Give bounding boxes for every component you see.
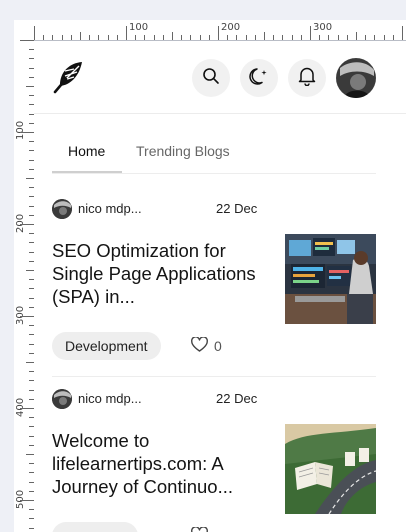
ruler-tick: [135, 35, 137, 40]
ruler-tick: [80, 32, 81, 40]
ruler-label: 300: [313, 22, 333, 33]
category-tag[interactable]: Development: [52, 332, 161, 360]
vertical-ruler: 100 200 300 400 500: [14, 40, 35, 532]
bell-icon: [298, 66, 316, 91]
ruler-tick: [236, 35, 238, 40]
tab-home[interactable]: Home: [68, 143, 105, 159]
ruler-tick: [337, 35, 339, 40]
ruler-tick: [402, 26, 403, 40]
ruler-tick: [282, 35, 284, 40]
like-button[interactable]: 0: [191, 336, 222, 356]
heart-icon: [191, 526, 208, 532]
ruler-tick: [346, 35, 348, 40]
ruler-tick: [300, 35, 302, 40]
ruler-tick: [328, 35, 330, 40]
ruler-tick: [319, 35, 321, 40]
feed-tabs: Home Trending Blogs: [52, 131, 376, 174]
horizontal-ruler: 100 200 300: [14, 20, 406, 41]
post-title[interactable]: SEO Optimization for Single Page Applica…: [52, 239, 270, 308]
like-button[interactable]: [191, 526, 208, 532]
blog-app: Home Trending Blogs nico mdp... 22 Dec S…: [34, 41, 406, 532]
post-thumbnail[interactable]: [285, 424, 376, 514]
ruler-tick: [190, 35, 192, 40]
ruler-tick: [227, 35, 229, 40]
ruler-tick: [291, 35, 293, 40]
ruler-tick: [61, 35, 63, 40]
ruler-tick: [126, 26, 127, 40]
ruler-tick: [199, 35, 201, 40]
moon-sparkle-icon: [249, 66, 269, 91]
ruler-tick: [264, 32, 265, 40]
ruler-tick: [245, 35, 247, 40]
post-meta: nico mdp... 22 Dec: [52, 389, 262, 409]
ruler-tick: [383, 35, 385, 40]
ruler-tick: [89, 35, 91, 40]
ruler-tick: [181, 35, 183, 40]
ruler-tick: [144, 35, 146, 40]
ruler-tick: [218, 26, 219, 40]
tab-trending-blogs[interactable]: Trending Blogs: [136, 143, 230, 159]
ruler-tick: [208, 35, 210, 40]
search-button[interactable]: [192, 59, 230, 97]
ruler-tick: [34, 26, 35, 40]
active-tab-indicator: [52, 171, 122, 173]
ruler-tick: [20, 316, 34, 317]
heart-icon: [191, 336, 208, 355]
ruler-tick: [365, 35, 367, 40]
post-thumbnail[interactable]: [285, 234, 376, 324]
post-divider: [52, 376, 376, 377]
ruler-label: 100: [15, 120, 26, 140]
ruler-tick: [172, 32, 173, 40]
app-header: [34, 41, 406, 114]
author-name[interactable]: nico mdp...: [78, 201, 142, 216]
ruler-tick: [26, 454, 34, 455]
user-avatar[interactable]: [336, 58, 376, 98]
post-date: 22 Dec: [216, 201, 258, 216]
ruler-tick: [153, 35, 155, 40]
ruler-tick: [52, 35, 54, 40]
post-meta: nico mdp... 22 Dec: [52, 199, 262, 219]
ruler-tick: [26, 270, 34, 271]
author-avatar[interactable]: [52, 199, 72, 219]
ruler-tick: [26, 178, 34, 179]
notifications-button[interactable]: [288, 59, 326, 97]
like-count: 0: [214, 338, 222, 354]
post-title[interactable]: Welcome to lifelearnertips.com: A Journe…: [52, 429, 270, 498]
ruler-tick: [116, 35, 118, 40]
ruler-tick: [26, 86, 34, 87]
search-icon: [202, 67, 220, 90]
ruler-tick: [254, 35, 256, 40]
ruler-tick: [162, 35, 164, 40]
post-date: 22 Dec: [216, 391, 258, 406]
ruler-tick: [20, 500, 34, 501]
ruler-tick: [20, 408, 34, 409]
author-avatar[interactable]: [52, 389, 72, 409]
feather-icon[interactable]: [52, 59, 86, 95]
theme-toggle-button[interactable]: [240, 59, 278, 97]
ruler-tick: [374, 35, 376, 40]
author-name[interactable]: nico mdp...: [78, 391, 142, 406]
ruler-tick: [43, 35, 45, 40]
ruler-tick: [107, 35, 109, 40]
ruler-tick: [26, 362, 34, 363]
ruler-tick: [310, 26, 311, 40]
ruler-tick: [20, 224, 34, 225]
ruler-tick: [356, 32, 357, 40]
ruler-tick: [273, 35, 275, 40]
ruler-tick: [98, 35, 100, 40]
category-tag[interactable]: [52, 522, 138, 532]
ruler-tick: [20, 40, 34, 41]
ruler-tick: [20, 132, 34, 133]
ruler-label: 100: [129, 22, 149, 33]
ruler-tick: [392, 35, 394, 40]
ruler-label: 200: [221, 22, 241, 33]
ruler-tick: [70, 35, 72, 40]
